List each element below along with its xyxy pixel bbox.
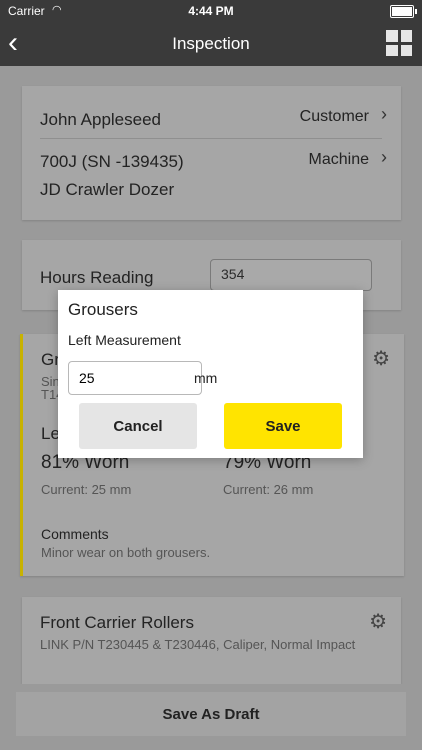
comments-text: Minor wear on both grousers. [41, 545, 211, 560]
customer-machine-card: John Appleseed Customer › 700J (SN -1394… [22, 86, 401, 220]
hours-input[interactable]: 354 [210, 259, 372, 291]
page-title: Inspection [172, 34, 250, 53]
machine-type: JD Crawler Dozer [40, 180, 175, 199]
cancel-button[interactable]: Cancel [79, 403, 197, 449]
battery-icon [390, 5, 417, 18]
machine-model: 700J (SN -139435) [40, 152, 184, 171]
machine-link[interactable]: Machine [309, 151, 369, 169]
chevron-right-icon: › [381, 104, 387, 124]
measurement-input[interactable] [68, 361, 202, 395]
save-button[interactable]: Save [224, 403, 342, 449]
chevron-right-icon: › [381, 147, 387, 167]
gear-icon[interactable]: ⚙ [369, 609, 387, 634]
measurement-label: Left Measurement [68, 332, 181, 348]
carrier-rollers-card[interactable]: Front Carrier Rollers LINK P/N T230445 &… [22, 597, 401, 684]
grid-menu-icon[interactable] [386, 30, 412, 56]
carrier-rollers-subtitle: LINK P/N T230445 & T230446, Caliper, Nor… [40, 637, 356, 652]
gear-icon[interactable]: ⚙ [372, 346, 390, 371]
unit-label: mm [194, 370, 218, 386]
comments-label: Comments [41, 526, 109, 542]
grousers-dialog: Grousers Left Measurement mm Cancel Save [58, 290, 363, 458]
carrier-rollers-title: Front Carrier Rollers [40, 613, 194, 632]
divider [40, 138, 382, 139]
left-current: Current: 25 mm [41, 482, 132, 497]
customer-name: John Appleseed [40, 110, 161, 129]
status-bar: Carrier ◠ 4:44 PM [0, 0, 422, 22]
hours-label: Hours Reading [40, 268, 154, 287]
dialog-title: Grousers [68, 300, 138, 319]
right-current: Current: 26 mm [223, 482, 314, 497]
nav-bar: ‹ Inspection [0, 22, 422, 66]
clock: 4:44 PM [188, 4, 234, 18]
customer-link[interactable]: Customer [300, 108, 369, 126]
save-as-draft-button[interactable]: Save As Draft [16, 692, 406, 736]
